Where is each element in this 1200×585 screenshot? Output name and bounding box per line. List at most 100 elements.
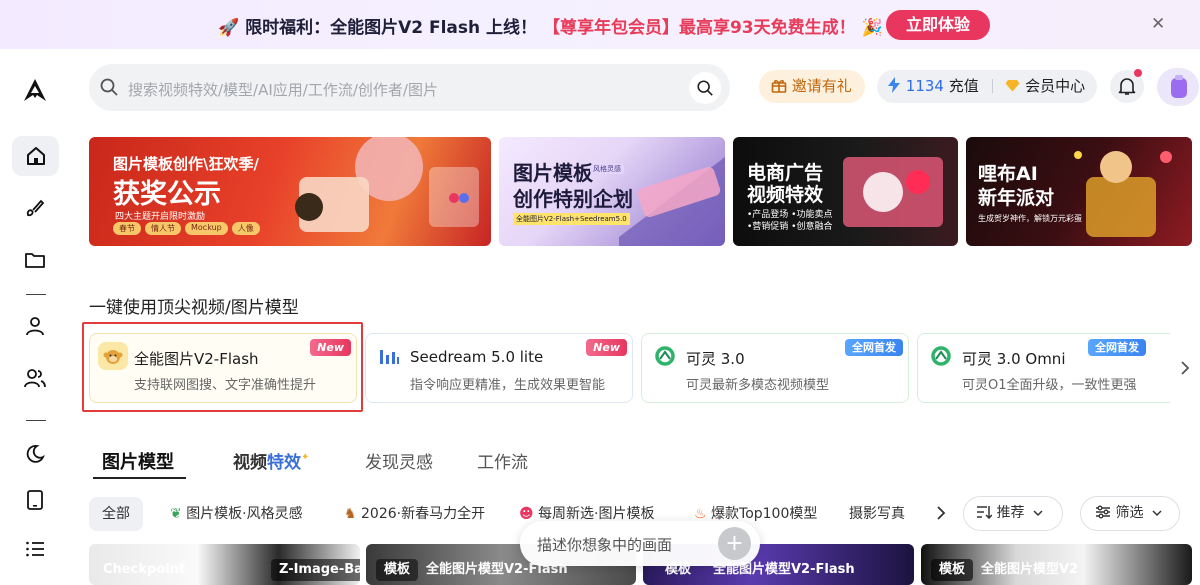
folder-icon[interactable] [18, 243, 52, 277]
banner-chip: 情人节 [145, 222, 181, 235]
banner-ecommerce-line4: •营销促销 •创意融合 [747, 222, 833, 232]
logo-icon[interactable] [18, 73, 52, 107]
promo-cta-button[interactable]: 立即体验 [886, 10, 990, 40]
credits-bar: 1134 充值 会员中心 [877, 70, 1097, 103]
filter-dropdown[interactable]: 筛选 [1080, 496, 1180, 531]
promo-highlight: 【尊享年包会员】最高享93天免费生成！ [542, 18, 856, 38]
model-name: Seedream 5.0 lite [410, 348, 544, 366]
search-input[interactable]: 搜索视频特效/模型/AI应用/工作流/创作者/图片 [128, 79, 438, 100]
promo-bar: 🚀 限时福利：全能图片V2 Flash 上线！ 【尊享年包会员】最高享93天免费… [0, 0, 1200, 49]
party-icon: 🎉 [861, 18, 883, 38]
sort-icon [976, 505, 996, 521]
search-icon [99, 77, 119, 101]
banner-party-line2: 新年派对 [978, 187, 1055, 209]
sidebar-divider [26, 420, 46, 421]
tab-workflow[interactable]: 工作流 [477, 448, 528, 473]
credits-divider [991, 79, 993, 93]
edit-brush-icon[interactable] [18, 191, 52, 225]
promo-prefix: 限时福利：全能图片V2 Flash 上线！ [245, 18, 538, 38]
bell-icon[interactable] [1110, 69, 1144, 103]
tab-effects-label: 特效 [267, 453, 301, 473]
home-icon[interactable] [12, 136, 59, 176]
close-icon[interactable]: ✕ [1151, 14, 1165, 34]
chevron-right-icon[interactable] [936, 497, 952, 531]
prompt-input[interactable]: 描述你想象中的画面 + [520, 521, 760, 566]
banner-ecommerce[interactable]: 电商广告 视频特效 •产品登场 •功能卖点 •营销促销 •创意融合 [733, 137, 958, 246]
filter-label: 筛选 [1115, 505, 1144, 521]
tablet-icon[interactable] [18, 483, 52, 517]
banner-template-badge: 风格灵感 [590, 164, 624, 174]
users-icon[interactable] [18, 361, 52, 395]
model-card[interactable]: 可灵 3.0 可灵最新多模态视频模型 全网首发 [641, 333, 909, 403]
chevron-right-icon[interactable] [1170, 333, 1200, 403]
model-card[interactable]: 可灵 3.0 Omni 可灵O1全面升级，一致性更强 全网首发 [917, 333, 1185, 403]
chevron-down-icon [1148, 505, 1162, 521]
search-bar[interactable]: 搜索视频特效/模型/AI应用/工作流/创作者/图片 [89, 64, 730, 111]
chip-template[interactable]: ❦ 图片模板·风格灵感 [170, 497, 303, 531]
model-name: 可灵 3.0 Omni [962, 350, 1066, 368]
prompt-placeholder: 描述你想象中的画面 [537, 536, 673, 554]
tab-video-label: 视频 [233, 453, 267, 473]
tab-discover[interactable]: 发现灵感 [365, 448, 433, 473]
notification-dot [1134, 69, 1142, 77]
sort-dropdown[interactable]: 推荐 [963, 496, 1063, 531]
tab-image-models[interactable]: 图片模型 [102, 448, 174, 474]
thumb-title: 全能图片模型V2 [981, 562, 1079, 577]
chip-spring[interactable]: ♞ 2026·新春马力全开 [344, 497, 485, 531]
sort-label: 推荐 [996, 505, 1025, 521]
smile-icon: ☻ [519, 506, 534, 522]
banner-party-line1: 哩布AI [978, 163, 1038, 185]
thumb-type: 模板 [931, 559, 974, 581]
banner-template-line2: 创作特别企划 [513, 187, 633, 211]
horse-icon: ♞ [344, 506, 357, 522]
leaf-icon: ❦ [170, 506, 182, 522]
banner-party[interactable]: 哩布AI 新年派对 生成贺岁神作，解锁万元彩蛋 [966, 137, 1192, 246]
credits-count: 1134 [905, 77, 944, 95]
invite-button[interactable]: 邀请有礼 [759, 70, 865, 103]
banner-template[interactable]: 图片模板 风格灵感 创作特别企划 全能图片V2-Flash+Seedream5.… [499, 137, 725, 246]
tab-indicator [93, 477, 186, 479]
sidebar-divider [26, 294, 46, 295]
sparkle-icon: ✦ [301, 452, 310, 463]
recharge-button[interactable]: 充值 [949, 77, 979, 95]
banner-template-line1: 图片模板 [513, 161, 593, 185]
banner-award[interactable]: 图片模板创作\狂欢季/ 获奖公示 四大主题开启限时激励 春节 情人节 Mocku… [89, 137, 491, 246]
thumb-title: Z-Image-Base [271, 559, 360, 581]
plus-icon[interactable]: + [718, 527, 751, 560]
banner-chip: 春节 [113, 222, 141, 235]
model-desc: 可灵最新多模态视频模型 [686, 378, 830, 393]
member-center-link[interactable]: 会员中心 [1025, 77, 1085, 95]
banner-award-chips: 春节 情人节 Mockup 人像 [113, 222, 260, 235]
tab-video-effects[interactable]: 视频特效✦ [233, 448, 309, 473]
moon-icon[interactable] [18, 437, 52, 471]
model-card[interactable]: Seedream 5.0 lite 指令响应更精准，生成效果更智能 New [365, 333, 633, 403]
filter-icon [1095, 505, 1115, 521]
banner-party-line3: 生成贺岁神作，解锁万元彩蛋 [978, 214, 1082, 223]
kling-icon [926, 342, 956, 370]
thumbnail-card[interactable]: 模板 全能图片模型V2 [921, 544, 1192, 585]
bar-chart-icon [374, 342, 404, 370]
banner-template-line3: 全能图片V2-Flash+Seedream5.0 [513, 213, 630, 225]
chip-photo[interactable]: 摄影写真 [849, 497, 905, 531]
chevron-down-icon [1029, 505, 1043, 521]
promo-text: 🚀 限时福利：全能图片V2 Flash 上线！ 【尊享年包会员】最高享93天免费… [218, 13, 883, 38]
model-name: 可灵 3.0 [686, 350, 745, 368]
section-title: 一键使用顶尖视频/图片模型 [89, 298, 299, 318]
chip-all[interactable]: 全部 [89, 497, 143, 531]
lightning-icon [887, 77, 906, 95]
thumbnail-card[interactable]: Checkpoint Z-Image-Base [89, 544, 360, 585]
search-button[interactable] [689, 72, 721, 104]
chip-weekly-label: 每周新选·图片模板 [538, 506, 655, 522]
invite-label: 邀请有礼 [791, 77, 852, 95]
banner-award-line2: 获奖公示 [113, 179, 221, 210]
list-icon[interactable] [18, 532, 52, 566]
sidebar [0, 49, 71, 585]
banner-ecommerce-line2: 视频特效 [747, 184, 824, 206]
rocket-icon: 🚀 [218, 18, 240, 38]
chip-template-label: 图片模板·风格灵感 [186, 506, 303, 522]
user-icon[interactable] [18, 309, 52, 343]
fire-icon: ♨ [694, 506, 707, 522]
new-badge: New [586, 339, 627, 356]
thumb-type: 模板 [376, 559, 419, 581]
avatar[interactable] [1157, 68, 1199, 106]
